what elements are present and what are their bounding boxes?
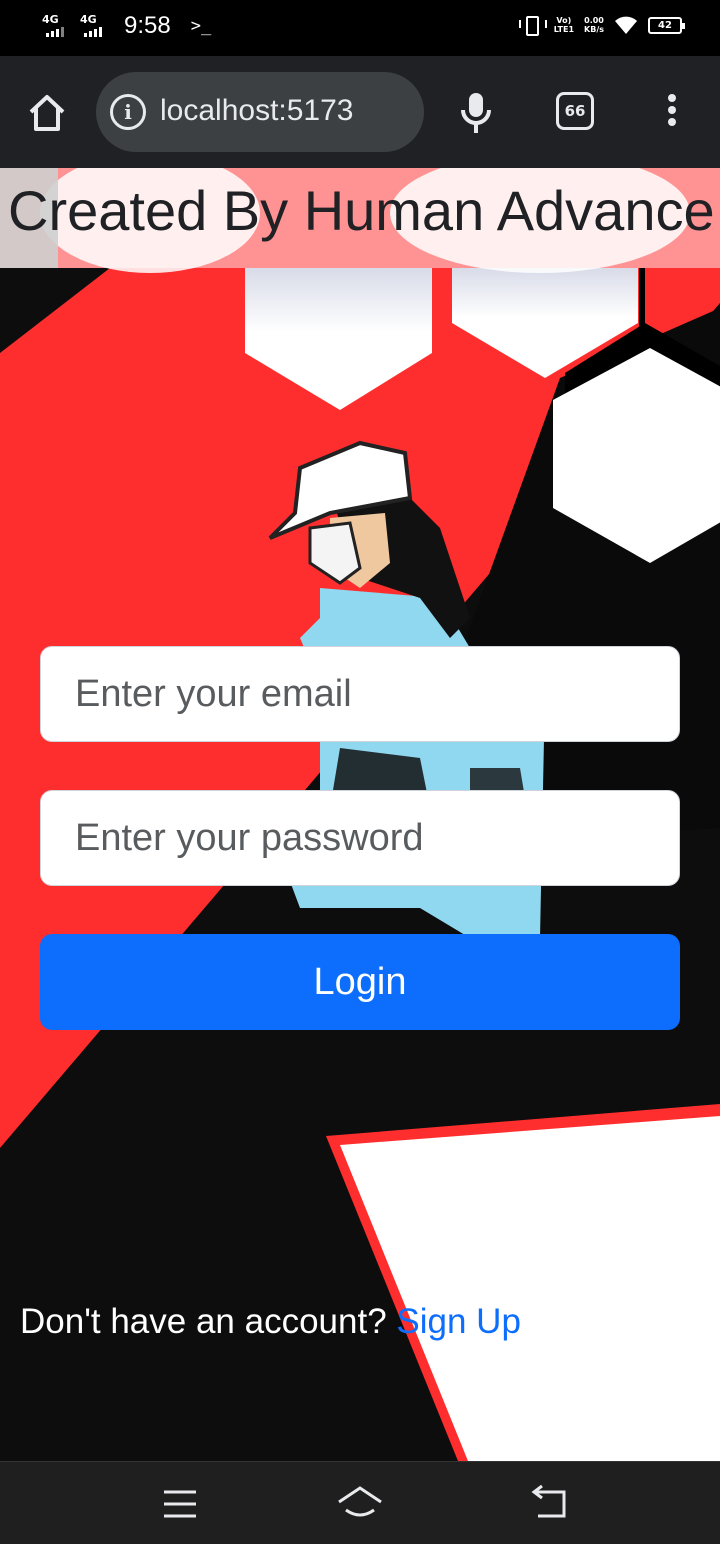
status-left: 4G 4G 9:58 >_: [42, 12, 211, 40]
address-bar[interactable]: i localhost:5173: [96, 72, 424, 152]
signal-2-icon: 4G: [80, 13, 110, 39]
marquee-banner: Created By Human Advance T: [0, 168, 720, 268]
status-right: Vo) LTE1 0.00 KB/s 42: [518, 14, 685, 36]
volte-label: Vo): [556, 16, 572, 25]
battery-icon: 42: [648, 16, 685, 34]
network-type-2: 4G: [80, 13, 97, 26]
terminal-icon: >_: [190, 16, 212, 36]
url-text[interactable]: localhost:5173: [160, 94, 353, 128]
browser-toolbar: i localhost:5173 66: [0, 56, 720, 168]
menu-icon[interactable]: [158, 1484, 202, 1524]
network-type-1: 4G: [42, 13, 59, 26]
tab-switcher-button[interactable]: 66: [556, 92, 594, 130]
system-nav-bar: [0, 1461, 720, 1544]
signal-1-icon: 4G: [42, 13, 72, 39]
lte-label: LTE1: [553, 25, 575, 34]
speed-unit: KB/s: [584, 25, 604, 34]
more-menu-icon[interactable]: [662, 94, 682, 132]
info-icon[interactable]: i: [110, 94, 146, 130]
marquee-text: Created By Human Advance T: [8, 179, 720, 242]
signup-link[interactable]: Sign Up: [396, 1302, 521, 1341]
password-field[interactable]: [40, 790, 680, 886]
home-icon[interactable]: [26, 92, 68, 134]
web-page: Created By Human Advance T Login Don't h…: [0, 168, 720, 1461]
clock: 9:58: [124, 12, 171, 39]
status-bar: 4G 4G 9:58 >_ Vo) LTE1 0.00 KB/s 42: [0, 0, 720, 56]
signup-row: Don't have an account? Sign Up: [20, 1302, 521, 1342]
volte-indicator: Vo) LTE1: [554, 16, 574, 34]
email-field[interactable]: [40, 646, 680, 742]
wifi-icon: [615, 16, 637, 34]
vibrate-icon: [518, 14, 547, 36]
mic-icon[interactable]: [456, 90, 496, 136]
signup-prompt: Don't have an account?: [20, 1302, 397, 1341]
home-icon[interactable]: [336, 1484, 384, 1524]
speed-value: 0.00: [584, 16, 604, 25]
back-icon[interactable]: [528, 1484, 572, 1524]
login-button[interactable]: Login: [40, 934, 680, 1030]
network-speed: 0.00 KB/s: [584, 16, 604, 34]
